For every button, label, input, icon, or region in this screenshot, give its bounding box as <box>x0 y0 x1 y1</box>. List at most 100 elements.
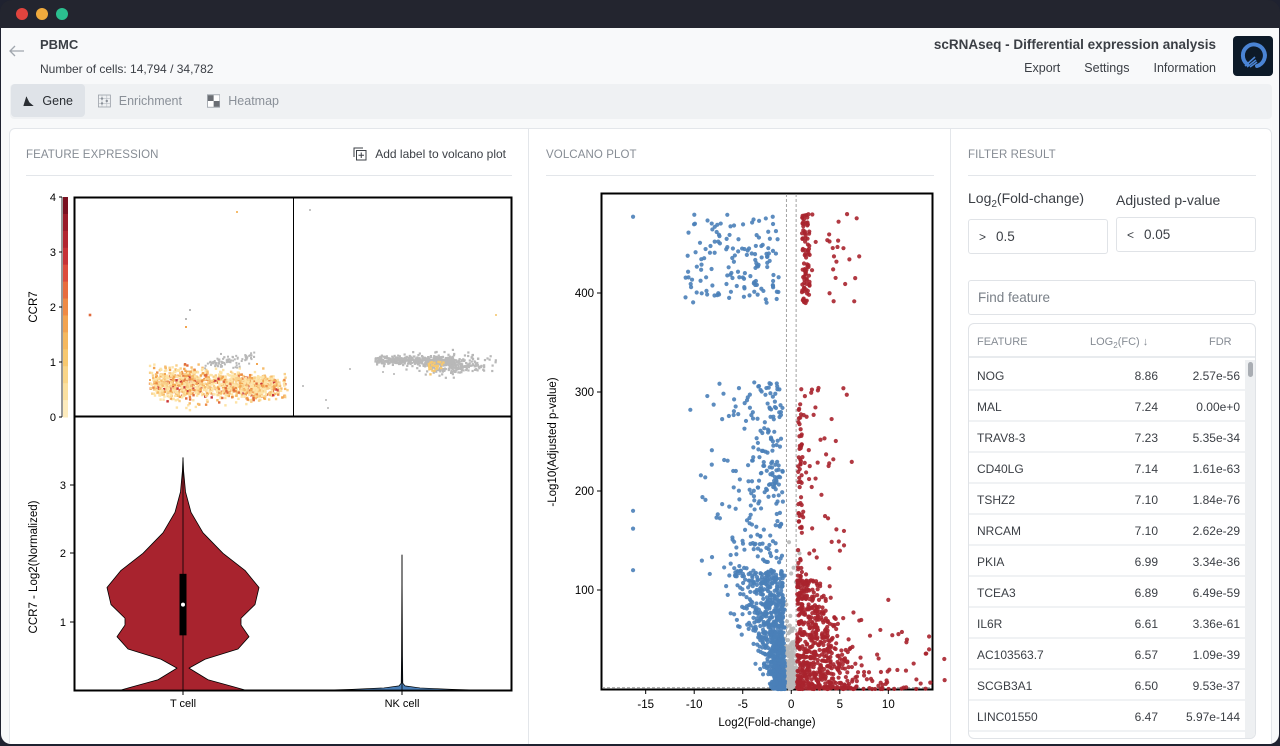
color-tick-4: 4 <box>50 192 62 204</box>
cell-point <box>178 395 182 399</box>
export-link[interactable]: Export <box>1024 61 1060 75</box>
volcano-point-up <box>885 680 890 685</box>
cell-point <box>175 406 179 409</box>
log2fc-value: 6.47 <box>1134 710 1158 724</box>
volcano-point-down <box>767 617 772 622</box>
table-row[interactable]: MAL 7.24 0.00e+0 <box>969 391 1246 422</box>
violin-xtick-label: T cell <box>170 698 196 710</box>
log2fc-value: 6.50 <box>1134 679 1158 693</box>
volcano-xtick: 5 <box>837 690 843 711</box>
column-fdr[interactable]: FDR <box>1209 336 1232 348</box>
volcano-point-up <box>833 438 838 444</box>
volcano-point-down <box>725 212 730 217</box>
volcano-point-down <box>724 281 729 287</box>
volcano-point-down <box>741 592 746 597</box>
cell-point <box>233 374 236 378</box>
tab-heatmap[interactable]: Heatmap <box>195 84 291 117</box>
volcano-point-up <box>821 658 826 663</box>
app-logo[interactable] <box>1233 36 1273 76</box>
volcano-point-ns <box>789 676 794 681</box>
table-row[interactable]: IL6R 6.61 3.36e-61 <box>969 608 1246 639</box>
table-row[interactable]: SCGB3A1 6.50 9.53e-37 <box>969 670 1246 701</box>
volcano-point-down <box>776 289 781 295</box>
information-link[interactable]: Information <box>1153 61 1216 75</box>
table-row[interactable]: NOG 8.86 2.57e-56 <box>969 360 1246 391</box>
volcano-point-down <box>704 275 709 280</box>
cell-point <box>327 407 329 409</box>
p-value-input[interactable]: < 0.05 <box>1116 217 1256 252</box>
volcano-point-down <box>707 250 713 255</box>
cell-point <box>231 356 234 359</box>
settings-link[interactable]: Settings <box>1084 61 1129 75</box>
volcano-point-down <box>712 250 717 255</box>
fold-change-input[interactable]: > 0.5 <box>968 219 1108 254</box>
cell-point <box>169 374 173 377</box>
volcano-point-down <box>768 595 773 600</box>
cell-point <box>224 394 227 397</box>
cell-point <box>435 364 438 368</box>
cell-point <box>411 358 414 362</box>
cell-point <box>415 358 418 361</box>
table-row[interactable]: TCEA3 6.89 6.49e-59 <box>969 577 1246 608</box>
maximize-window-button[interactable] <box>56 8 68 20</box>
volcano-point-ns <box>789 571 794 576</box>
tab-enrichment[interactable]: Enrichment <box>86 84 194 117</box>
top-nav: Export Settings Information <box>1024 61 1216 75</box>
table-row[interactable]: TSHZ2 7.10 1.84e-76 <box>969 484 1246 515</box>
volcano-point-down <box>776 493 781 498</box>
cell-point <box>190 366 193 369</box>
volcano-point-down <box>768 472 773 477</box>
cell-point <box>436 366 439 370</box>
table-row[interactable]: AC103563.7 6.57 1.09e-39 <box>969 639 1246 670</box>
cell-point <box>462 358 465 361</box>
volcano-point-down <box>703 475 708 480</box>
volcano-point-up <box>911 661 916 666</box>
volcano-point-down <box>702 256 707 261</box>
volcano-point-down <box>736 488 741 493</box>
scrollbar-thumb[interactable] <box>1248 362 1253 377</box>
close-window-button[interactable] <box>16 8 28 20</box>
back-button[interactable] <box>8 42 26 60</box>
volcano-point-down <box>777 584 783 589</box>
add-label-button[interactable]: Add label to volcano plot <box>353 147 506 161</box>
cell-point <box>205 389 208 392</box>
minimize-window-button[interactable] <box>36 8 48 20</box>
log2fc-value: 7.14 <box>1134 462 1158 476</box>
volcano-chart[interactable]: -15 -10 -5 0 5 10 100200300400 Log2(Fold-chan… <box>529 184 951 744</box>
cell-point <box>394 357 397 360</box>
volcano-xtick: -5 <box>738 690 748 711</box>
table-scrollbar[interactable] <box>1245 360 1255 738</box>
volcano-point-up <box>822 436 827 441</box>
cell-point <box>214 381 218 385</box>
volcano-point-down <box>770 481 775 487</box>
volcano-point-down <box>705 393 710 399</box>
feature-expression-chart[interactable]: 0 1 2 3 4 CCR7 1 2 3 CCR7 - Log2(Normali… <box>10 184 529 744</box>
table-row[interactable]: PKIA 6.99 3.34e-36 <box>969 546 1246 577</box>
log2fc-value: 7.23 <box>1134 431 1158 445</box>
cell-point <box>441 355 445 358</box>
volcano-point-up <box>821 642 826 648</box>
tab-gene[interactable]: Gene <box>11 84 85 117</box>
cell-point <box>217 387 221 391</box>
volcano-point-up <box>806 448 811 453</box>
find-feature-input[interactable] <box>968 280 1256 315</box>
volcano-point-down <box>711 402 716 407</box>
less-than-operator[interactable]: < <box>1127 228 1134 242</box>
volcano-point-up <box>861 686 866 691</box>
volcano-point-up <box>832 664 837 669</box>
cell-point <box>196 402 200 406</box>
color-scale-segment <box>63 197 68 215</box>
volcano-point-down <box>779 570 784 576</box>
volcano-point-down <box>747 597 752 602</box>
cell-point <box>391 363 394 367</box>
table-row[interactable]: NRCAM 7.10 2.62e-29 <box>969 515 1246 546</box>
column-feature[interactable]: FEATURE <box>977 336 1028 348</box>
cell-point <box>248 393 251 396</box>
column-log2fc[interactable]: LOG2(FC) ↓ <box>1090 336 1148 350</box>
volcano-point-down <box>732 573 738 578</box>
cell-point <box>418 357 421 360</box>
table-row[interactable]: TRAV8-3 7.23 5.35e-34 <box>969 422 1246 453</box>
table-row[interactable]: CD40LG 7.14 1.61e-63 <box>969 453 1246 484</box>
greater-than-operator[interactable]: > <box>979 230 986 244</box>
table-row[interactable]: LINC01550 6.47 5.97e-144 <box>969 701 1246 732</box>
